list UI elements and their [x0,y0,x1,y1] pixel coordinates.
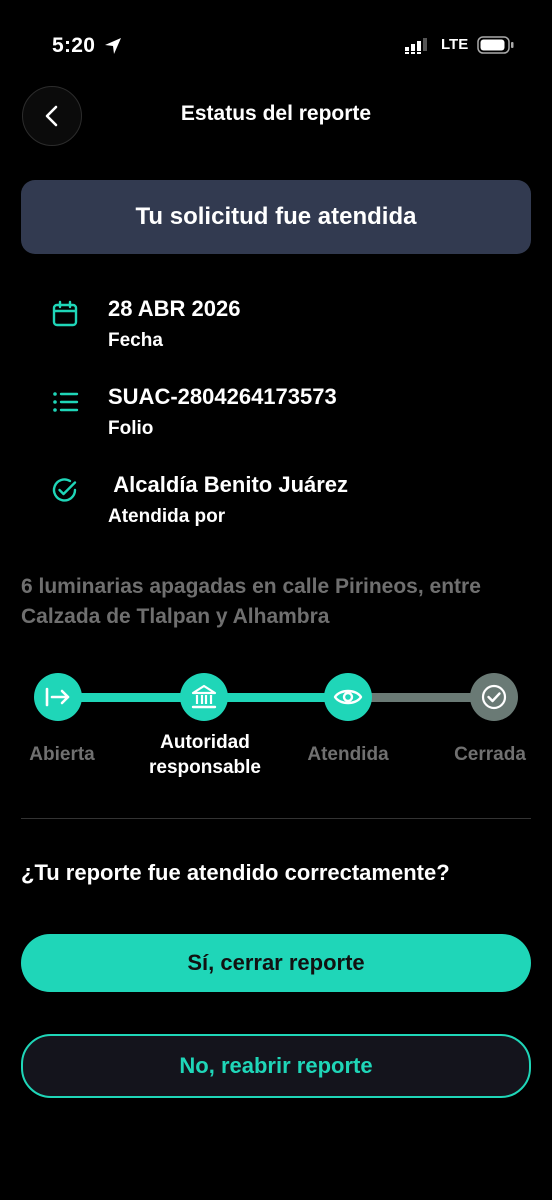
location-arrow-icon [105,38,121,54]
page-title: Estatus del reporte [180,102,372,125]
check-circle-icon [481,684,507,710]
close-report-button[interactable]: Sí, cerrar reporte [21,934,531,992]
status-bar: 5:20 LTE [0,0,552,90]
reopen-report-label: No, reabrir reporte [179,1053,373,1078]
section-divider [21,818,531,819]
detail-authority-row: Alcaldía Benito Juárez Atendida por [0,472,552,546]
eye-icon [333,689,363,705]
arrow-right-bar-icon [45,687,70,707]
step-autoridad [180,673,228,721]
check-circle-icon [52,478,77,502]
close-report-label: Sí, cerrar reporte [187,950,365,975]
step-cerrada [470,673,518,721]
report-authority: Alcaldía Benito Juárez [108,472,349,497]
network-type: LTE [441,36,469,53]
report-description: 6 luminarias apagadas en calle Pirineos,… [21,575,481,628]
detail-date-row: 28 ABR 2026 Fecha [0,296,552,370]
step-label-cerrada: Cerrada [454,744,526,765]
step-label-abierta: Abierta [29,744,95,765]
calendar-icon [52,300,78,327]
report-date: 28 ABR 2026 [108,296,241,321]
detail-folio-row: SUAC-2804264173573 Folio [0,384,552,458]
signal-bars-icon [405,38,427,54]
list-icon [53,392,79,412]
report-folio-label: Folio [108,418,154,439]
bank-building-icon [191,684,217,709]
confirmation-question: ¿Tu reporte fue atendido correctamente? [21,860,450,885]
report-folio: SUAC-2804264173573 [108,384,337,409]
status-time: 5:20 [52,34,96,57]
battery-icon [477,36,514,54]
reopen-report-button[interactable]: No, reabrir reporte [21,1034,531,1098]
status-banner-text: Tu solicitud fue atendida [135,203,417,230]
report-authority-label: Atendida por [108,506,226,527]
step-atendida [324,673,372,721]
step-abierta [34,673,82,721]
step-label-autoridad: Autoridad responsable [149,732,261,778]
step-label-atendida: Atendida [307,744,389,765]
report-date-label: Fecha [108,330,163,351]
status-banner: Tu solicitud fue atendida [21,180,531,254]
